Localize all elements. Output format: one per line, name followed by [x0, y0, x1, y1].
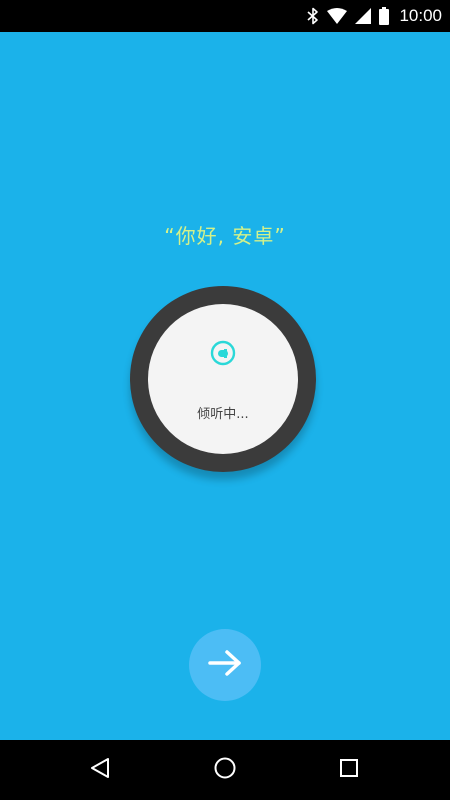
- listening-icon: [208, 338, 238, 372]
- listening-status-label: 倾听中...: [197, 407, 249, 422]
- signal-icon: [355, 8, 372, 24]
- navigation-bar: [0, 740, 450, 800]
- recents-icon: [338, 757, 360, 783]
- back-icon: [89, 757, 111, 783]
- voice-listening-panel: 倾听中...: [148, 304, 298, 454]
- wifi-icon: [327, 8, 348, 24]
- voice-listening-button[interactable]: 倾听中...: [130, 286, 316, 472]
- battery-icon: [379, 7, 390, 25]
- home-button[interactable]: [207, 752, 243, 788]
- next-button[interactable]: [189, 629, 261, 701]
- voice-prompt: “你好, 安卓”: [164, 224, 286, 248]
- bluetooth-icon: [307, 7, 319, 25]
- recents-button[interactable]: [331, 752, 367, 788]
- status-bar: 10:00: [0, 0, 450, 32]
- home-icon: [213, 756, 237, 784]
- back-button[interactable]: [82, 752, 118, 788]
- status-icons: 10:00: [307, 0, 442, 32]
- status-time: 10:00: [399, 6, 442, 25]
- arrow-right-icon: [207, 649, 243, 681]
- app-screen: 10:00 “你好, 安卓” 倾听中...: [0, 0, 450, 800]
